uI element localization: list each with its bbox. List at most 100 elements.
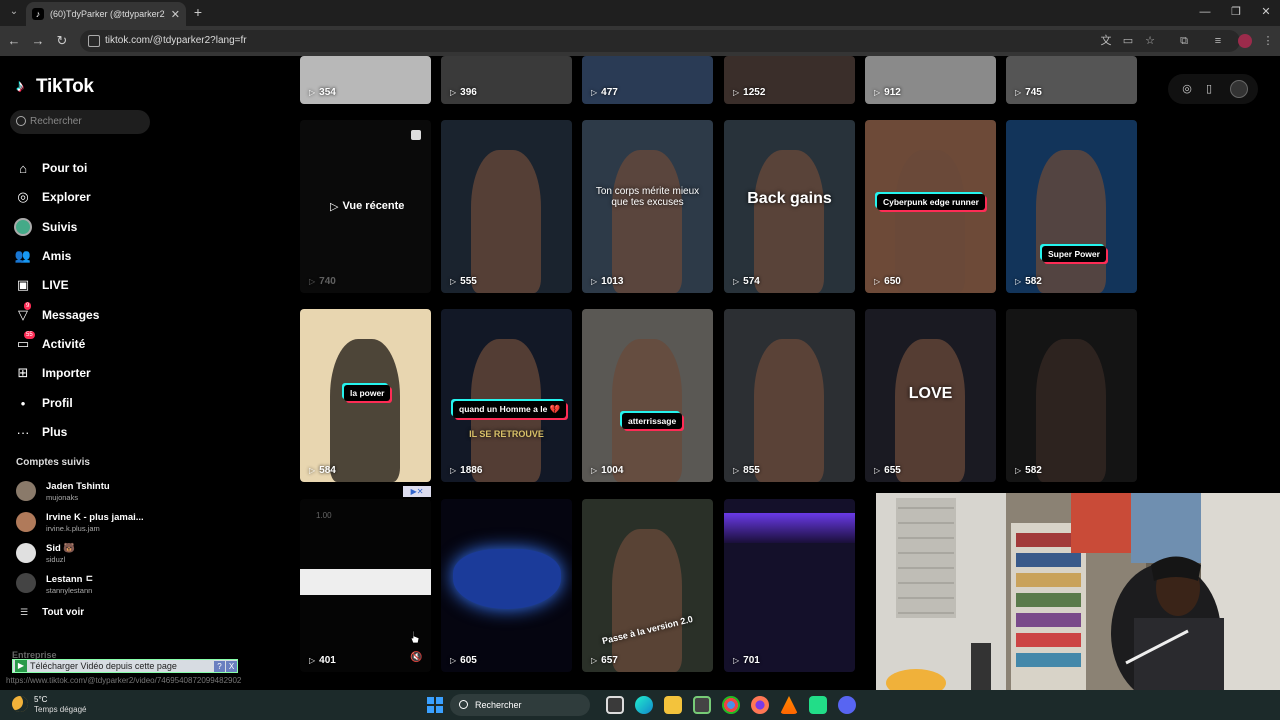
site-info-icon[interactable] <box>88 35 100 47</box>
window-close-icon[interactable]: ✕ <box>1257 4 1275 20</box>
followed-account[interactable]: Irvine K - plus jamai... irvine.k.plus.ja… <box>16 508 144 536</box>
sidebar-item-4[interactable]: ▣ LIVE <box>14 274 69 296</box>
weather-description[interactable]: Temps dégagé <box>34 705 86 714</box>
avatar <box>16 543 36 563</box>
view-count: ▷ 1013 <box>591 276 623 287</box>
user-avatar[interactable] <box>1230 80 1248 98</box>
reload-icon[interactable]: ↻ <box>54 33 70 49</box>
extensions-icon[interactable]: ⧉ <box>1176 33 1192 49</box>
followed-account[interactable]: Lestann ㄷ stannylestann <box>16 569 94 597</box>
play-count-icon: ▷ <box>733 466 740 475</box>
followed-account-name: Irvine K - plus jamai... <box>46 511 144 523</box>
download-help-button[interactable]: ? <box>214 660 225 672</box>
file-explorer-icon[interactable] <box>664 696 682 714</box>
app-green-icon[interactable] <box>809 696 827 714</box>
kebab-menu-icon[interactable]: ⋮ <box>1260 33 1276 49</box>
sidebar-item-1[interactable]: ◎ Explorer <box>14 186 90 208</box>
followed-account[interactable]: Jaden Tshintu mujonaks <box>16 477 110 505</box>
windows-start-icon[interactable] <box>427 697 443 713</box>
video-thumbnail-figure <box>612 150 682 293</box>
video-tile[interactable]: Cyberpunk edge runner ▷ 650 <box>865 120 996 293</box>
search-input[interactable]: Rechercher <box>10 110 150 134</box>
sidebar-item-8[interactable]: • Profil <box>14 392 73 414</box>
video-tile[interactable]: ▷ 401 <box>300 499 431 672</box>
recently-viewed-label: ▷ Vue récente <box>330 200 404 213</box>
translate-icon[interactable]: 文 <box>1098 33 1114 49</box>
play-count-icon: ▷ <box>733 656 740 665</box>
play-count-icon: ▷ <box>450 656 457 665</box>
video-tile[interactable]: ▷ 855 <box>724 309 855 482</box>
view-count-value: 740 <box>319 276 336 287</box>
profile-avatar-icon[interactable] <box>1238 34 1252 48</box>
vlc-icon[interactable] <box>780 696 798 714</box>
sidebar-item-6[interactable]: ▭ 55 Activité <box>14 331 85 355</box>
view-count-value: 584 <box>319 465 336 476</box>
url-text[interactable]: tiktok.com/@tdyparker2?lang=fr <box>105 35 247 46</box>
forward-arrow-icon[interactable]: → <box>30 33 46 49</box>
cast-icon[interactable]: ▭ <box>1120 33 1136 49</box>
compass-small-icon[interactable]: ◎ <box>1180 82 1194 96</box>
video-tile[interactable]: ▷ Vue récente ▷ 740 <box>300 120 431 293</box>
video-tile[interactable]: ▷ 582 <box>1006 309 1137 482</box>
sidebar-item-2[interactable]: Suivis <box>14 216 77 238</box>
firefox-icon[interactable] <box>751 696 769 714</box>
video-tile[interactable]: ▷ 354 <box>300 56 431 104</box>
sidebar-item-3[interactable]: 👥 Amis <box>14 245 71 267</box>
video-tile[interactable]: Super Power ▷ 582 <box>1006 120 1137 293</box>
sidebar-item-5[interactable]: ▽ 9 Messages <box>14 302 99 326</box>
video-thumbnail-figure <box>471 150 541 293</box>
task-view-icon[interactable] <box>606 696 624 714</box>
media-icon[interactable]: ≡ <box>1210 33 1226 49</box>
view-count: ▷ 1886 <box>450 465 482 476</box>
ad-close-icon[interactable]: ▶✕ <box>403 486 431 497</box>
video-tile[interactable]: Back gains ▷ 574 <box>724 120 855 293</box>
download-close-button[interactable]: X <box>226 660 237 672</box>
view-count-value: 855 <box>743 465 760 476</box>
store-icon[interactable] <box>693 696 711 714</box>
video-tile[interactable]: ▷ 701 <box>724 499 855 672</box>
edge-browser-icon[interactable] <box>635 696 653 714</box>
video-tile[interactable]: quand un Homme a le 💔 IL SE RETROUVE ▷ 1886 <box>441 309 572 482</box>
video-tile[interactable]: Passe à la version 2.0 ▷ 657 <box>582 499 713 672</box>
see-all-link[interactable]: ☰ Tout voir <box>20 607 84 618</box>
video-tile[interactable]: ▷ 745 <box>1006 56 1137 104</box>
browser-tab[interactable]: ♪ (60)TdyParker (@tdyparker2) | TikTok ✕ <box>26 2 186 26</box>
weather-temperature[interactable]: 5°C <box>34 695 47 704</box>
address-toolbar: ← → ↻ tiktok.com/@tdyparker2?lang=fr 文 ▭… <box>0 26 1280 56</box>
picture-in-picture-icon[interactable] <box>411 130 421 140</box>
followed-account[interactable]: Sid 🐻 siduzl <box>16 539 75 567</box>
download-extension-bar[interactable]: ▶ Télécharger Vidéo depuis cette page ? … <box>12 659 238 673</box>
taskbar-search[interactable]: Rechercher <box>450 694 590 716</box>
minimize-icon[interactable]: — <box>1196 4 1214 20</box>
tab-close-icon[interactable]: ✕ <box>171 8 180 21</box>
back-arrow-icon[interactable]: ← <box>6 33 22 49</box>
bookmark-star-icon[interactable]: ☆ <box>1142 33 1158 49</box>
video-tile[interactable]: ▷ 555 <box>441 120 572 293</box>
discord-icon[interactable] <box>838 696 856 714</box>
video-tile[interactable]: ▷ 477 <box>582 56 713 104</box>
followed-account-name: Lestann ㄷ <box>46 574 94 585</box>
tab-search-chevron-icon[interactable]: ⌄ <box>6 4 22 20</box>
download-text[interactable]: Télécharger Vidéo depuis cette page <box>30 661 213 671</box>
sidebar-item-0[interactable]: ⌂ Pour toi <box>14 157 87 179</box>
sidebar-item-9[interactable]: ··· Plus <box>14 421 68 443</box>
video-tile[interactable]: la power ▷ 584 <box>300 309 431 482</box>
tiktok-logo[interactable]: ♪ TikTok <box>16 76 94 98</box>
video-tile[interactable]: ▷ 912 <box>865 56 996 104</box>
maximize-icon[interactable]: ❐ <box>1227 4 1245 20</box>
video-tile[interactable]: Ton corps mérite mieux que tes excuses ▷ 1… <box>582 120 713 293</box>
video-tile[interactable]: atterrissage ▷ 1004 <box>582 309 713 482</box>
phone-icon[interactable]: ▯ <box>1202 82 1216 96</box>
sidebar-item-7[interactable]: ⊞ Importer <box>14 362 91 384</box>
new-tab-button[interactable]: + <box>190 4 206 20</box>
video-tile[interactable]: ▷ 605 <box>441 499 572 672</box>
address-bar[interactable]: tiktok.com/@tdyparker2?lang=fr <box>80 30 1240 52</box>
video-tile[interactable]: ▷ 396 <box>441 56 572 104</box>
chrome-icon[interactable] <box>722 696 740 714</box>
video-tile[interactable]: LOVE ▷ 655 <box>865 309 996 482</box>
view-count-value: 701 <box>743 655 760 666</box>
video-tile[interactable]: ▷ 1252 <box>724 56 855 104</box>
mute-icon[interactable]: 🔇 <box>410 652 422 663</box>
download-play-icon: ▶ <box>15 660 27 672</box>
moon-weather-icon[interactable] <box>12 696 28 712</box>
